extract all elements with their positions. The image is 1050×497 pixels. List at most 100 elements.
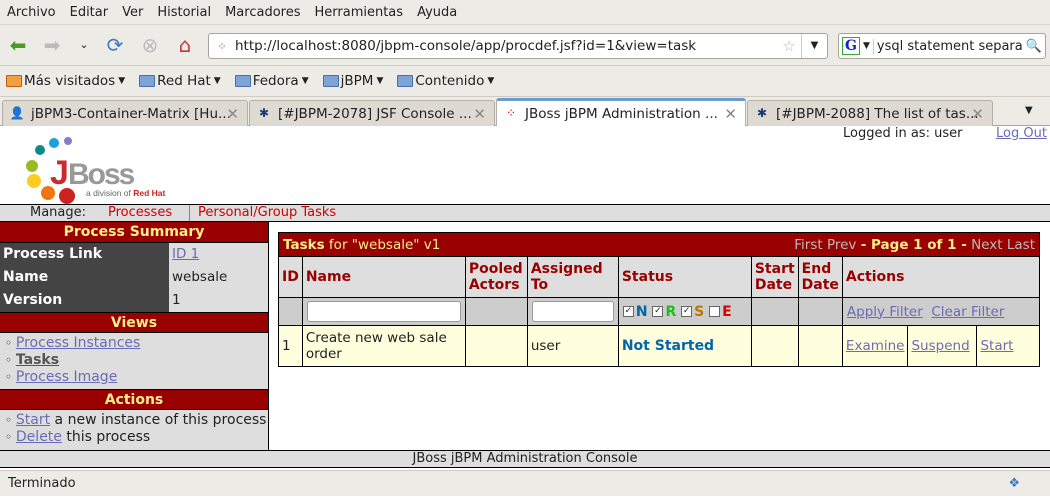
bookmark-contenido[interactable]: Contenido ▼ [397,73,494,89]
bookmark-fedora[interactable]: Fedora ▼ [234,73,309,89]
filter-s-checkbox[interactable]: ✓ [681,306,693,317]
menu-ver[interactable]: Ver [122,5,143,20]
close-tab-icon[interactable]: ✕ [971,105,984,123]
folder-icon [234,75,251,87]
processes-link[interactable]: Processes [108,205,172,221]
assigned-filter-input[interactable] [531,301,614,322]
filter-r-checkbox[interactable]: ✓ [652,306,664,317]
menu-editar[interactable]: Editar [70,5,109,20]
filter-e-checkbox[interactable] [709,306,721,317]
back-icon[interactable]: ⬅ [6,33,30,57]
col-status: Status [617,256,752,298]
delete-process-link[interactable]: Delete [16,429,62,445]
url-bar[interactable]: ⁘ http://localhost:8080/jbpm-console/app… [208,33,828,59]
tab-strip: 👤 jBPM3-Container-Matrix [Hu... ✕ ✱ [#JBPM-… [0,97,1050,126]
start-task-link[interactable]: Start [980,338,1013,354]
logout-link[interactable]: Log Out [996,126,1047,141]
tab-list-icon[interactable]: ▼ [1025,105,1033,116]
tab-jboss-admin[interactable]: ⁘ JBoss jBPM Administration ... ✕ [496,98,746,126]
suspend-link[interactable]: Suspend [911,338,969,354]
tasks-view-link[interactable]: Tasks [16,352,59,368]
cell-name: Create new web sale order [301,325,466,367]
menu-herramientas[interactable]: Herramientas [315,5,404,20]
menu-bar: Archivo Editar Ver Historial Marcadores … [0,0,1050,25]
apply-filter-link[interactable]: Apply Filter [847,304,923,320]
col-id: ID [278,256,303,298]
tab-jbpm-2088[interactable]: ✱ [#JBPM-2088] The list of tas... ✕ [747,100,993,126]
bookmark-red-hat[interactable]: Red Hat ▼ [139,73,221,89]
forward-icon[interactable]: ➡ [40,33,64,57]
pager-last[interactable]: Last [1007,237,1035,253]
actions-heading: Actions [0,389,268,410]
search-box[interactable]: G ▼ ysql statement separat 🔍 [838,33,1046,59]
process-id-link[interactable]: ID 1 [172,246,199,262]
close-tab-icon[interactable]: ✕ [226,105,239,123]
tab-jbpm-2078[interactable]: ✱ [#JBPM-2078] JSF Console ... ✕ [249,100,495,126]
cell-start-date [750,325,799,367]
filter-n-label: N [635,303,648,320]
status-bar: Terminado ❖ [0,470,1050,496]
examine-link[interactable]: Examine [846,338,905,354]
menu-marcadores[interactable]: Marcadores [225,5,300,20]
menu-archivo[interactable]: Archivo [7,5,56,20]
bookmark-label: Contenido [415,73,485,89]
url-input[interactable]: http://localhost:8080/jbpm-console/app/p… [235,38,777,54]
filter-n-checkbox[interactable]: ✓ [622,306,634,317]
home-icon[interactable]: ⌂ [173,33,197,57]
action-text: this process [61,429,151,445]
process-image-link[interactable]: Process Image [16,369,117,385]
page-content: Logged in as: user Log Out J Boss a divi… [0,126,1050,469]
bookmark-jbpm[interactable]: jBPM ▼ [322,73,383,89]
bookmark-label: Red Hat [157,73,211,89]
process-instances-link[interactable]: Process Instances [16,335,140,351]
menu-ayuda[interactable]: Ayuda [417,5,457,20]
addon-status-icon[interactable]: ❖ [1008,471,1020,497]
tab-title: JBoss jBPM Administration ... [525,105,718,122]
stop-icon[interactable]: ⊗ [138,33,162,57]
menu-historial[interactable]: Historial [157,5,211,20]
smart-folder-icon [6,75,22,87]
summary-row-process-link: Process Link ID 1 [0,243,268,266]
svg-text:Boss: Boss [68,158,135,191]
start-process-link[interactable]: Start [16,412,50,428]
status-text: Terminado [8,476,76,491]
cell-id: 1 [278,325,303,367]
clear-filter-link[interactable]: Clear Filter [931,304,1004,320]
personal-group-tasks-link[interactable]: Personal/Group Tasks [189,205,336,221]
url-dropdown-icon[interactable]: ▼ [801,34,827,58]
views-heading: Views [0,312,268,333]
summary-key: Process Link [0,243,169,266]
pager: First Prev - Page 1 of 1 - Next Last [794,237,1035,253]
cell-assigned: user [526,325,619,367]
jboss-logo: J Boss a division of Red Hat [24,134,184,204]
search-icon[interactable]: 🔍 [1023,39,1045,54]
pager-first[interactable]: First [794,237,822,253]
summary-row-name: Name websale [0,266,268,289]
pager-prev[interactable]: Prev [827,237,856,253]
summary-row-version: Version 1 [0,289,268,312]
pager-next[interactable]: Next [971,237,1002,253]
tab-title: [#JBPM-2078] JSF Console ... [278,105,472,122]
name-filter-input[interactable] [306,301,461,322]
tab-container-matrix[interactable]: 👤 jBPM3-Container-Matrix [Hu... ✕ [2,100,248,126]
manage-label: Manage: [30,205,87,220]
close-tab-icon[interactable]: ✕ [473,105,486,123]
navigation-toolbar: ⬅ ➡ ⌄ ⟳ ⊗ ⌂ ⁘ http://localhost:8080/jbpm… [0,25,1050,66]
filter-r-label: R [665,303,677,320]
bookmark-mas-visitados[interactable]: Más visitados ▼ [6,73,125,89]
manage-bar: Manage: Processes Personal/Group Tasks [0,204,1050,222]
google-engine-icon[interactable]: G [842,37,860,55]
col-name: Name [301,256,466,298]
history-dropdown-icon[interactable]: ⌄ [72,33,96,57]
bookmark-label: Fedora [252,73,299,89]
close-tab-icon[interactable]: ✕ [724,105,737,123]
reload-icon[interactable]: ⟳ [103,33,127,57]
search-input[interactable]: ysql statement separat [872,38,1023,54]
tasks-subtitle: for "websale" v1 [324,236,441,253]
bookmark-star-icon[interactable]: ☆ [777,37,801,55]
site-favicon-icon: ⁘ [217,39,227,53]
page-footer: JBoss jBPM Administration Console [0,450,1050,468]
folder-icon [139,75,156,87]
engine-dropdown-icon[interactable]: ▼ [863,41,870,51]
bookmarks-toolbar: Más visitados ▼ Red Hat ▼ Fedora ▼ jBPM ▼ Co… [0,66,1050,97]
